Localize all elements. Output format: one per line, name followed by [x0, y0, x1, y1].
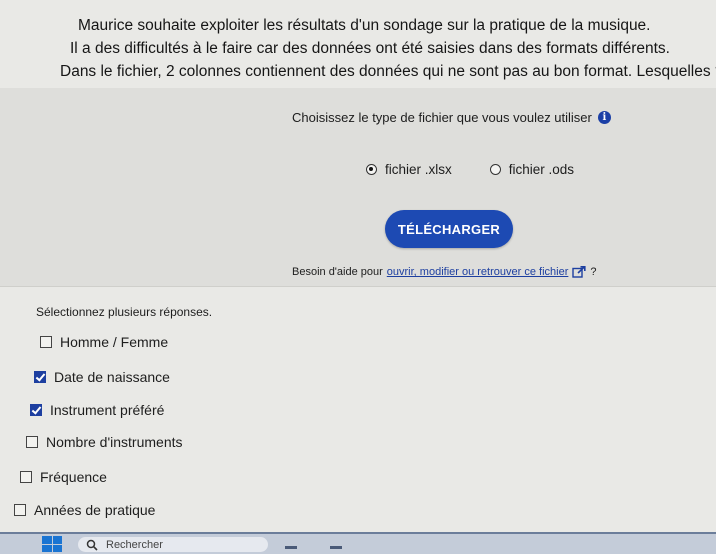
taskbar-app-indicator[interactable]	[285, 546, 297, 549]
choice-label: Nombre d'instruments	[46, 434, 183, 450]
checkbox-nombre-instruments[interactable]	[26, 436, 38, 448]
choice-label: Instrument préféré	[50, 402, 165, 418]
checkbox-instrument-prefere[interactable]	[30, 404, 42, 416]
search-icon	[86, 539, 98, 551]
help-prefix: Besoin d'aide pour	[292, 266, 383, 278]
file-type-prompt-text: Choisissez le type de fichier que vous v…	[292, 110, 592, 125]
choice-label: Homme / Femme	[60, 334, 169, 350]
help-line: Besoin d'aide pour ouvrir, modifier ou r…	[292, 266, 596, 278]
external-link-icon[interactable]	[572, 266, 586, 278]
checkbox-frequence[interactable]	[20, 471, 32, 483]
choice-annees-pratique[interactable]: Années de pratique	[14, 502, 155, 518]
choice-label: Date de naissance	[54, 369, 170, 385]
taskbar: Rechercher	[0, 532, 716, 554]
question-line-1: Maurice souhaite exploiter les résultats…	[78, 17, 651, 34]
info-icon[interactable]: i	[597, 111, 611, 124]
checkbox-date-naissance[interactable]	[34, 371, 46, 383]
radio-xlsx[interactable]: fichier .xlsx	[366, 162, 452, 177]
choice-date-naissance[interactable]: Date de naissance	[34, 369, 170, 385]
question-line-3: Dans le fichier, 2 colonnes contiennent …	[60, 63, 716, 80]
checkbox-annees-pratique[interactable]	[14, 504, 26, 516]
taskbar-search-placeholder: Rechercher	[106, 538, 163, 551]
question-text: Maurice souhaite exploiter les résultats…	[60, 14, 716, 83]
choice-frequence[interactable]: Fréquence	[20, 469, 107, 485]
select-hint: Sélectionnez plusieurs réponses.	[36, 305, 213, 319]
windows-start-icon[interactable]	[42, 536, 62, 552]
taskbar-app-indicator[interactable]	[330, 546, 342, 549]
choice-homme-femme[interactable]: Homme / Femme	[40, 334, 168, 350]
help-suffix: ?	[590, 266, 597, 278]
radio-xlsx-circle[interactable]	[366, 164, 377, 175]
radio-ods-circle[interactable]	[489, 164, 501, 175]
choice-instrument-prefere[interactable]: Instrument préféré	[30, 402, 164, 418]
choice-nombre-instruments[interactable]: Nombre d'instruments	[26, 434, 183, 450]
radio-ods-label: fichier .ods	[508, 162, 575, 177]
help-link[interactable]: ouvrir, modifier ou retrouver ce fichier	[387, 266, 569, 278]
file-download-panel: Choisissez le type de fichier que vous v…	[0, 88, 716, 287]
download-button[interactable]: TÉLÉCHARGER	[385, 210, 513, 248]
checkbox-homme-femme[interactable]	[40, 336, 52, 348]
question-line-2: Il a des difficultés à le faire car des …	[70, 40, 670, 57]
radio-ods[interactable]: fichier .ods	[489, 162, 575, 177]
choice-label: Fréquence	[40, 469, 107, 485]
radio-xlsx-label: fichier .xlsx	[385, 162, 452, 177]
taskbar-search[interactable]: Rechercher	[78, 537, 268, 552]
choice-label: Années de pratique	[34, 502, 156, 518]
file-type-radio-group: fichier .xlsx fichier .ods	[366, 162, 574, 177]
file-type-prompt: Choisissez le type de fichier que vous v…	[292, 110, 611, 125]
